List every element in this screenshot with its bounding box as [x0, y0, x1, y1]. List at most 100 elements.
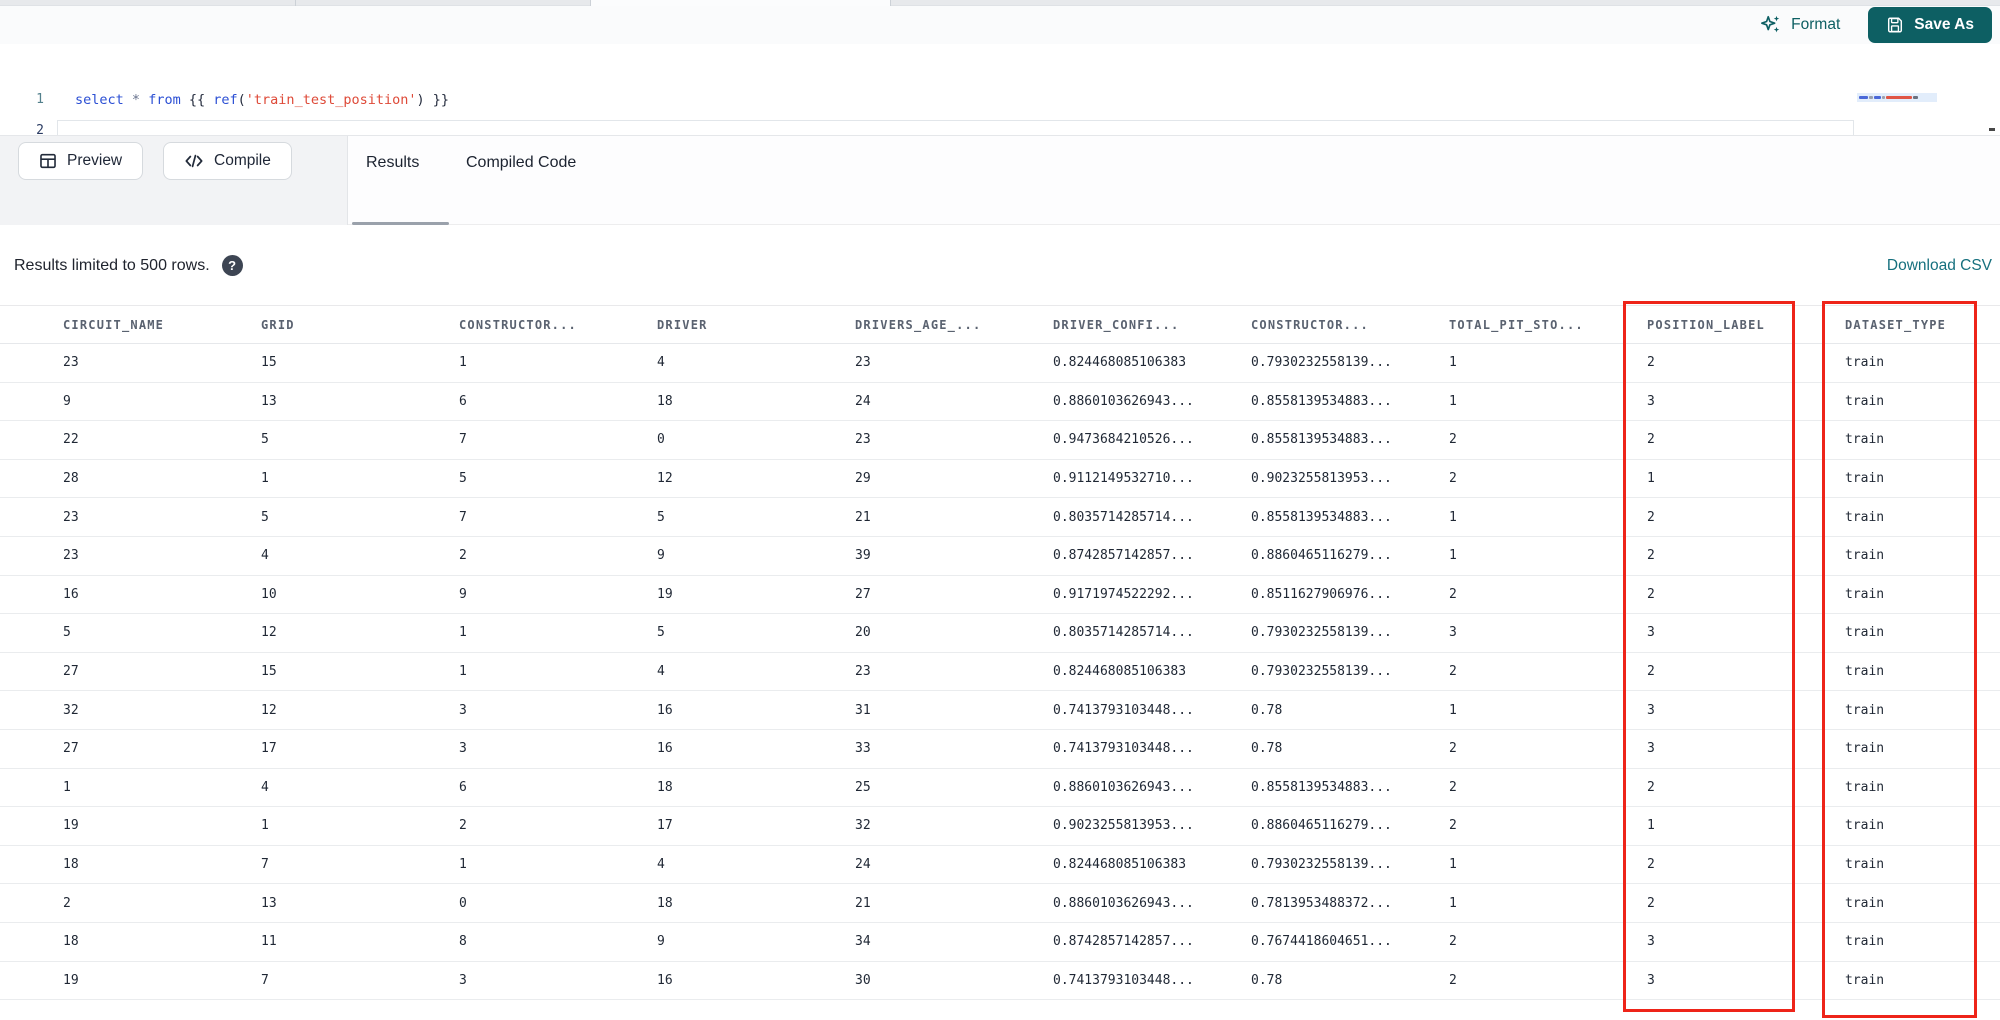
- table-cell: 3: [459, 741, 467, 757]
- table-cell: 3: [459, 702, 467, 718]
- table-cell: train: [1845, 934, 1885, 950]
- table-cell: 9: [459, 586, 467, 602]
- column-header: DRIVER: [657, 317, 708, 332]
- table-cell: 2: [1449, 664, 1457, 680]
- table-cell: 0.7930232558139...: [1251, 664, 1392, 680]
- code-token: from: [148, 92, 181, 108]
- code-token: 'train_test_position': [245, 92, 417, 108]
- code-token: }}: [432, 92, 450, 108]
- panel-divider: [347, 136, 348, 225]
- table-cell: 0.7930232558139...: [1251, 355, 1392, 371]
- table-cell: train: [1845, 972, 1885, 988]
- table-cell: 1: [459, 625, 467, 641]
- table-cell: train: [1845, 509, 1885, 525]
- table-row: 23 4 2 9 39 0.8742857142857... 0.8860465116279…: [0, 536, 2000, 576]
- table-cell: 1: [1449, 548, 1457, 564]
- table-cell: 33: [855, 741, 871, 757]
- table-cell: 18: [657, 393, 673, 409]
- help-icon[interactable]: ?: [221, 255, 243, 276]
- table-cell: train: [1845, 355, 1885, 371]
- table-cell: 1: [261, 471, 269, 487]
- table-cell: 10: [261, 586, 277, 602]
- table-cell: train: [1845, 741, 1885, 757]
- table-cell: 3: [1647, 741, 1655, 757]
- tab-results-label: Results: [366, 154, 420, 171]
- table-grid-icon: [40, 153, 56, 169]
- code-line[interactable]: select * from {{ ref('train_test_positio…: [75, 89, 449, 111]
- table-row: 5 12 1 5 20 0.8035714285714... 0.7930232558139…: [0, 614, 2000, 653]
- table-cell: 0.7813953488372...: [1251, 895, 1392, 911]
- table-row: 1 4 6 18 25 0.8860103626943... 0.8558139534883…: [0, 768, 2000, 808]
- column-header: GRID: [261, 317, 295, 332]
- sql-editor[interactable]: 1 2 select * from {{ ref('train_test_pos…: [0, 44, 2000, 142]
- table-cell: 4: [261, 779, 269, 795]
- tab-compiled-code[interactable]: Compiled Code: [466, 151, 576, 175]
- table-cell: 0.8860103626943...: [1053, 393, 1194, 409]
- line-number-1: 1: [36, 92, 44, 107]
- table-cell: 0.824468085106383: [1053, 857, 1187, 873]
- table-cell: 30: [855, 972, 871, 988]
- table-cell: 23: [855, 432, 871, 448]
- table-cell: 21: [855, 895, 871, 911]
- action-bar: Preview Compile Results Compiled Code: [0, 135, 2000, 225]
- table-cell: 0: [657, 432, 665, 448]
- table-row: 9 13 6 18 24 0.8860103626943... 0.855813953488…: [0, 382, 2000, 422]
- table-row: 19 7 3 16 30 0.7413793103448... 0.78 2 3 train: [0, 961, 2000, 1001]
- table-cell: 17: [261, 741, 277, 757]
- table-row: 16 10 9 19 27 0.9171974522292... 0.85116279069…: [0, 575, 2000, 615]
- table-cell: 3: [1647, 702, 1655, 718]
- preview-button[interactable]: Preview: [18, 142, 144, 180]
- scrollbar-marker[interactable]: [1989, 128, 1995, 131]
- format-button[interactable]: Format: [1760, 14, 1840, 36]
- table-cell: 1: [459, 664, 467, 680]
- table-cell: 0.8742857142857...: [1053, 548, 1194, 564]
- table-cell: 16: [657, 741, 673, 757]
- table-cell: 16: [657, 972, 673, 988]
- table-cell: 7: [261, 857, 269, 873]
- table-cell: 0.9023255813953...: [1251, 471, 1392, 487]
- table-cell: 0.8742857142857...: [1053, 934, 1194, 950]
- table-cell: 20: [855, 625, 871, 641]
- column-header: POSITION_LABEL: [1647, 317, 1765, 332]
- download-csv-link[interactable]: Download CSV: [1887, 257, 1992, 275]
- table-cell: 29: [855, 471, 871, 487]
- table-cell: 2: [1449, 818, 1457, 834]
- table-cell: 18: [657, 779, 673, 795]
- column-header: DRIVERS_AGE_...: [855, 317, 982, 332]
- table-cell: 3: [1647, 934, 1655, 950]
- code-token: *: [131, 92, 141, 108]
- table-cell: 12: [261, 625, 277, 641]
- table-cell: 2: [1647, 432, 1655, 448]
- table-cell: 32: [63, 702, 79, 718]
- table-cell: 1: [261, 818, 269, 834]
- table-cell: 0.7930232558139...: [1251, 857, 1392, 873]
- table-cell: 27: [63, 741, 79, 757]
- table-cell: 16: [657, 702, 673, 718]
- save-as-button[interactable]: Save As: [1868, 7, 1992, 43]
- table-row: 2 13 0 18 21 0.8860103626943... 0.781395348837…: [0, 884, 2000, 923]
- editor-minimap[interactable]: [1857, 93, 1937, 102]
- results-table: CIRCUIT_NAME GRID CONSTRUCTOR... DRIVER DRIV…: [0, 305, 2000, 1001]
- table-cell: 24: [855, 393, 871, 409]
- results-info-bar: Results limited to 500 rows. ? Download …: [0, 226, 2000, 305]
- table-cell: 0.8558139534883...: [1251, 393, 1392, 409]
- table-cell: 28: [63, 471, 79, 487]
- table-cell: train: [1845, 779, 1885, 795]
- table-cell: 2: [1647, 779, 1655, 795]
- table-cell: 3: [1647, 393, 1655, 409]
- tab-results[interactable]: Results: [366, 151, 419, 175]
- save-as-label: Save As: [1914, 16, 1974, 33]
- table-cell: 12: [261, 702, 277, 718]
- table-row: 18 11 8 9 34 0.8742857142857... 0.767441860465…: [0, 922, 2000, 962]
- table-cell: 34: [855, 934, 871, 950]
- table-cell: 9: [657, 548, 665, 564]
- table-cell: 1: [1449, 857, 1457, 873]
- table-row: 27 17 3 16 33 0.7413793103448... 0.78 2 3 train: [0, 729, 2000, 769]
- format-label: Format: [1791, 16, 1841, 33]
- table-cell: 0.8035714285714...: [1053, 509, 1194, 525]
- compile-button[interactable]: Compile: [163, 142, 292, 180]
- table-row: 19 1 2 17 32 0.9023255813953... 0.886046511627…: [0, 807, 2000, 846]
- table-cell: 25: [855, 779, 871, 795]
- table-cell: 5: [657, 509, 665, 525]
